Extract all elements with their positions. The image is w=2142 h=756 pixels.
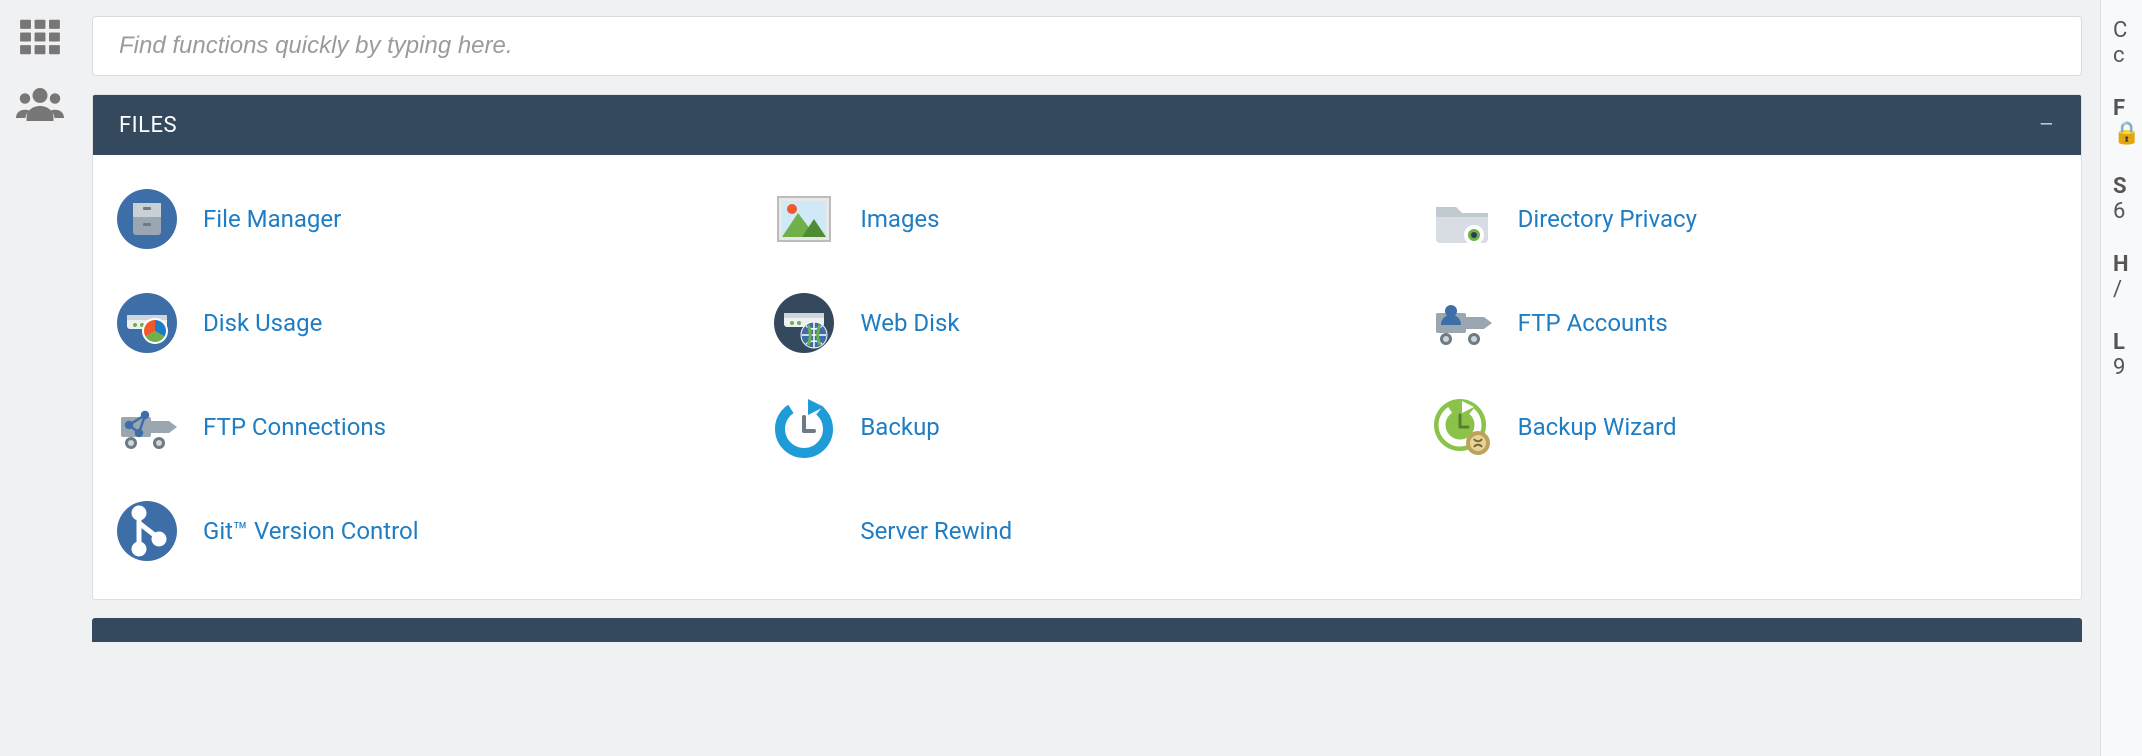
app-server-rewind[interactable]: Server Rewind — [766, 491, 1407, 571]
right-fragment-1: Cc — [2113, 18, 2142, 70]
file-manager-icon — [113, 185, 181, 253]
app-server-rewind-label: Server Rewind — [860, 517, 1012, 545]
app-directory-privacy[interactable]: Directory Privacy — [1424, 179, 2065, 259]
main-column: FILES − File Manager — [80, 0, 2100, 756]
right-fragment-4: H/ — [2113, 252, 2142, 304]
right-fragment-5: L9 — [2113, 330, 2142, 382]
app-directory-privacy-label: Directory Privacy — [1518, 205, 1697, 233]
app-git-version-control-label: Git™ Version Control — [203, 517, 419, 545]
app-web-disk[interactable]: Web Disk — [766, 283, 1407, 363]
next-panel-header[interactable] — [92, 618, 2082, 642]
app-backup-label: Backup — [860, 413, 939, 441]
directory-privacy-icon — [1428, 185, 1496, 253]
images-icon — [770, 185, 838, 253]
users-icon — [16, 83, 64, 123]
app-images-label: Images — [860, 205, 939, 233]
app-disk-usage[interactable]: Disk Usage — [109, 283, 750, 363]
right-info-column: Cc F🔒 S6 H/ L9 — [2100, 0, 2142, 756]
left-rail — [0, 0, 80, 756]
ftp-accounts-icon — [1428, 289, 1496, 357]
files-panel-body: File Manager Images — [93, 155, 2081, 599]
app-ftp-connections[interactable]: FTP Connections — [109, 387, 750, 467]
app-images[interactable]: Images — [766, 179, 1407, 259]
ftp-connections-icon — [113, 393, 181, 461]
app-ftp-accounts[interactable]: FTP Accounts — [1424, 283, 2065, 363]
right-fragment-3: S6 — [2113, 174, 2142, 226]
web-disk-icon — [770, 289, 838, 357]
git-icon — [113, 497, 181, 565]
grid-icon — [18, 18, 62, 56]
disk-usage-icon — [113, 289, 181, 357]
app-backup-wizard[interactable]: Backup Wizard — [1424, 387, 2065, 467]
files-panel-title: FILES — [119, 113, 177, 138]
app-backup[interactable]: Backup — [766, 387, 1407, 467]
app-backup-wizard-label: Backup Wizard — [1518, 413, 1677, 441]
app-git-version-control[interactable]: Git™ Version Control — [109, 491, 750, 571]
app-disk-usage-label: Disk Usage — [203, 309, 322, 337]
files-panel: FILES − File Manager — [92, 94, 2082, 600]
app-web-disk-label: Web Disk — [860, 309, 959, 337]
right-fragment-2: F🔒 — [2113, 96, 2142, 148]
minus-icon[interactable]: − — [2039, 111, 2055, 139]
app-ftp-accounts-label: FTP Accounts — [1518, 309, 1668, 337]
app-ftp-connections-label: FTP Connections — [203, 413, 386, 441]
files-panel-header[interactable]: FILES − — [93, 95, 2081, 155]
app-file-manager[interactable]: File Manager — [109, 179, 750, 259]
backup-icon — [770, 393, 838, 461]
users-button[interactable] — [16, 82, 64, 124]
search-input[interactable] — [92, 16, 2082, 76]
apps-grid-button[interactable] — [16, 16, 64, 58]
app-file-manager-label: File Manager — [203, 205, 341, 233]
backup-wizard-icon — [1428, 393, 1496, 461]
